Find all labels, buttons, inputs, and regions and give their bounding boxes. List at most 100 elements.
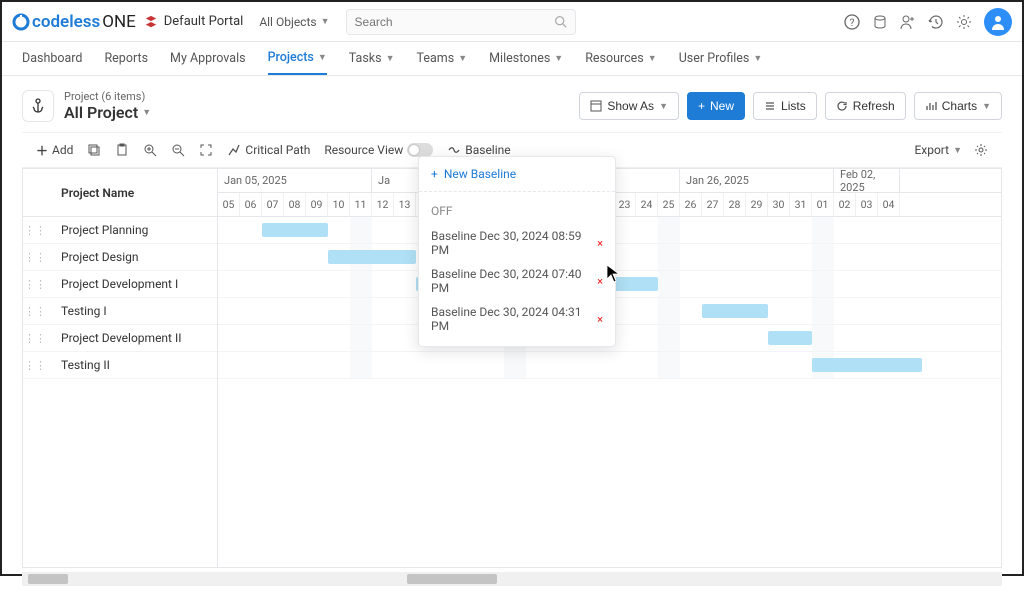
header-actions: Show As ▼ + New Lists Refresh Charts ▼	[579, 92, 1002, 120]
nav-milestones[interactable]: Milestones ▼	[489, 42, 563, 75]
nav-label: Dashboard	[22, 51, 82, 66]
baseline-list: OFF Baseline Dec 30, 2024 08:59 PM×Basel…	[419, 192, 615, 346]
refresh-icon	[836, 100, 848, 112]
baseline-item-label: Baseline Dec 30, 2024 04:31 PM	[431, 305, 597, 333]
drag-handle-icon[interactable]: ⋮⋮	[23, 305, 47, 318]
object-selector-label: All Objects	[259, 15, 316, 29]
baseline-item[interactable]: Baseline Dec 30, 2024 07:40 PM×	[431, 262, 603, 300]
nav-dashboard[interactable]: Dashboard	[22, 42, 82, 75]
week-header: Feb 02, 2025	[834, 169, 900, 192]
nav-label: Milestones	[489, 51, 550, 66]
zoom-out-icon[interactable]	[171, 143, 185, 157]
database-icon[interactable]	[872, 14, 888, 30]
refresh-label: Refresh	[853, 99, 895, 113]
nav-my-approvals[interactable]: My Approvals	[170, 42, 246, 75]
table-row[interactable]: ⋮⋮Testing II	[23, 352, 217, 379]
chevron-down-icon: ▼	[142, 107, 151, 118]
brand-text-left: codeless	[32, 12, 100, 32]
baseline-item-label: Baseline Dec 30, 2024 07:40 PM	[431, 267, 597, 295]
plus-icon: +	[431, 167, 438, 181]
list-icon	[764, 100, 776, 112]
new-baseline-label: New Baseline	[444, 167, 516, 181]
day-header: 04	[878, 193, 900, 216]
nav-reports[interactable]: Reports	[104, 42, 148, 75]
chevron-down-icon: ▼	[386, 53, 395, 64]
gantt-bar[interactable]	[702, 304, 768, 318]
show-as-button[interactable]: Show As ▼	[579, 92, 679, 120]
baseline-off[interactable]: OFF	[431, 200, 603, 224]
zoom-in-icon[interactable]	[143, 143, 157, 157]
delete-baseline-icon[interactable]: ×	[597, 313, 603, 326]
nav-teams[interactable]: Teams▼	[417, 42, 468, 75]
user-add-icon[interactable]	[900, 14, 916, 30]
brand-logo[interactable]: codelessONE	[12, 12, 136, 32]
table-row[interactable]: ⋮⋮Project Development I	[23, 271, 217, 298]
expand-icon[interactable]	[199, 143, 213, 157]
new-button[interactable]: + New	[687, 92, 745, 120]
lists-label: Lists	[781, 99, 806, 113]
drag-handle-icon[interactable]: ⋮⋮	[23, 359, 47, 372]
table-row[interactable]: ⋮⋮Project Planning	[23, 217, 217, 244]
gantt-bar[interactable]	[328, 250, 416, 264]
left-scrollbar[interactable]	[22, 572, 217, 586]
chevron-down-icon: ▼	[318, 52, 327, 63]
day-header: 03	[856, 193, 878, 216]
right-scrollbar[interactable]	[217, 572, 1002, 586]
drag-handle-icon[interactable]: ⋮⋮	[23, 278, 47, 291]
day-header: 10	[328, 193, 350, 216]
gantt-bar[interactable]	[812, 358, 922, 372]
delete-baseline-icon[interactable]: ×	[597, 237, 603, 250]
delete-baseline-icon[interactable]: ×	[597, 275, 603, 288]
nav-tasks[interactable]: Tasks▼	[349, 42, 395, 75]
baseline-item[interactable]: Baseline Dec 30, 2024 04:31 PM×	[431, 300, 603, 338]
nav-resources[interactable]: Resources▼	[585, 42, 656, 75]
table-row[interactable]: ⋮⋮Project Development II	[23, 325, 217, 352]
table-row[interactable]: ⋮⋮Testing I	[23, 298, 217, 325]
object-selector[interactable]: All Objects ▼	[251, 11, 337, 33]
refresh-button[interactable]: Refresh	[825, 92, 906, 120]
gear-icon[interactable]	[974, 143, 988, 157]
gantt-bar[interactable]	[262, 223, 328, 237]
export-button[interactable]: Export ▼	[914, 143, 962, 157]
search-box[interactable]	[346, 9, 576, 35]
nav-user-profiles[interactable]: User Profiles▼	[679, 42, 763, 75]
lists-button[interactable]: Lists	[753, 92, 817, 120]
charts-label: Charts	[942, 99, 977, 113]
history-icon[interactable]	[928, 14, 944, 30]
drag-handle-icon[interactable]: ⋮⋮	[23, 251, 47, 264]
toolbar-right: Export ▼	[914, 143, 988, 157]
chevron-down-icon: ▼	[982, 101, 991, 111]
copy-icon[interactable]	[87, 143, 101, 157]
baseline-button[interactable]: Baseline	[447, 143, 510, 157]
table-row[interactable]: ⋮⋮Project Design	[23, 244, 217, 271]
page-title[interactable]: All Project ▼	[64, 103, 151, 122]
baseline-label: Baseline	[465, 143, 510, 157]
search-input[interactable]	[355, 15, 554, 29]
gantt-left-pane: Project Name ⋮⋮Project Planning⋮⋮Project…	[23, 169, 218, 567]
baseline-item[interactable]: Baseline Dec 30, 2024 08:59 PM×	[431, 224, 603, 262]
portal-selector[interactable]: Default Portal	[144, 14, 244, 29]
path-icon	[227, 143, 241, 157]
day-header: 28	[724, 193, 746, 216]
resource-view-toggle[interactable]: Resource View	[324, 143, 433, 157]
drag-handle-icon[interactable]: ⋮⋮	[23, 224, 47, 237]
nav-projects[interactable]: Projects ▼	[268, 42, 327, 75]
nav-label: Projects	[268, 50, 314, 65]
help-icon[interactable]: ?	[844, 14, 860, 30]
chevron-down-icon: ▼	[648, 53, 657, 64]
brand-text-right: ONE	[102, 12, 136, 32]
avatar[interactable]	[984, 8, 1012, 36]
charts-button[interactable]: Charts ▼	[914, 92, 1002, 120]
gantt-bar[interactable]	[768, 331, 812, 345]
gear-icon[interactable]	[956, 14, 972, 30]
drag-handle-icon[interactable]: ⋮⋮	[23, 332, 47, 345]
anchor-icon	[30, 98, 46, 114]
add-button[interactable]: ＋Add	[36, 142, 73, 159]
critical-path-button[interactable]: Critical Path	[227, 143, 310, 157]
new-baseline-button[interactable]: + New Baseline	[419, 157, 615, 192]
anchor-icon-box[interactable]	[22, 90, 54, 122]
chevron-down-icon: ▼	[554, 53, 563, 64]
toggle-switch[interactable]	[407, 143, 433, 157]
paste-icon[interactable]	[115, 143, 129, 157]
week-header: Jan 05, 2025	[218, 169, 372, 192]
